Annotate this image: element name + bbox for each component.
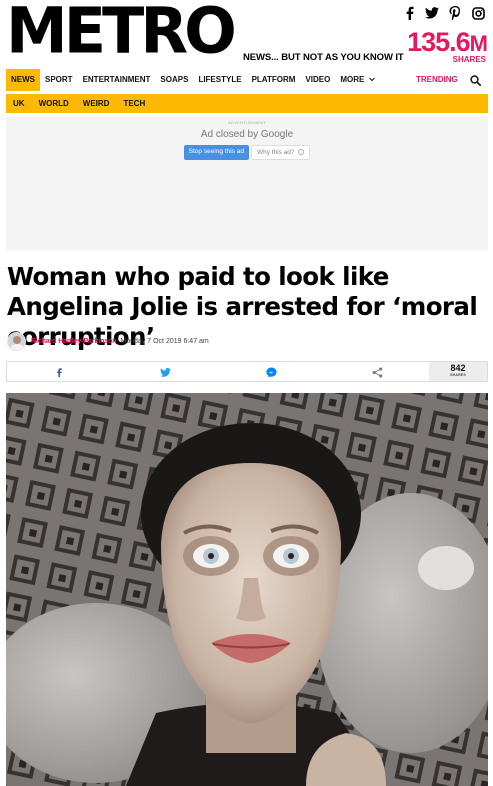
nav-item-lifestyle[interactable]: LIFESTYLE — [193, 69, 246, 91]
nav-item-soaps[interactable]: SOAPS — [155, 69, 193, 91]
ad-feedback-buttons: Stop seeing this ad Why this ad? — [6, 145, 488, 160]
hero-image-illustration — [6, 393, 488, 786]
author-avatar[interactable] — [7, 331, 26, 351]
search-icon[interactable] — [462, 69, 488, 91]
publish-date: Monday 7 Oct 2019 6:47 am — [120, 337, 209, 345]
share-bar: 842 SHARES — [6, 361, 488, 382]
ad-slot: ADVERTISEMENT Ad closed by Google Stop s… — [6, 117, 488, 250]
messenger-icon[interactable] — [264, 365, 278, 379]
share-count-label: SHARES — [450, 373, 466, 377]
byline: Richard Hartley-Parkinson Monday 7 Oct 2… — [7, 331, 209, 351]
facebook-icon[interactable] — [402, 6, 416, 20]
nav-more-label: MORE — [340, 75, 365, 85]
tagline: NEWS... BUT NOT AS YOU KNOW IT — [243, 52, 404, 63]
metro-logo[interactable]: METRO — [6, 0, 237, 63]
facebook-icon[interactable] — [52, 365, 66, 379]
ad-closed-message: Ad closed by Google — [200, 129, 294, 140]
nav-item-more[interactable]: MORE — [335, 69, 379, 91]
chevron-down-icon — [368, 69, 375, 91]
article-hero-image[interactable] — [6, 393, 488, 786]
why-this-ad-label: Why this ad? — [256, 149, 295, 156]
author-link[interactable]: Richard Hartley-Parkinson — [31, 338, 117, 345]
share-count-number: 842 — [450, 363, 466, 373]
twitter-icon[interactable] — [425, 6, 439, 20]
social-links — [402, 6, 485, 20]
nav-item-sport[interactable]: SPORT — [40, 69, 78, 91]
why-this-ad-button[interactable]: Why this ad? — [250, 145, 311, 160]
subnav-item-weird[interactable]: WEIRD — [76, 99, 117, 108]
total-shares-label: SHARES — [452, 55, 486, 64]
nav-item-video[interactable]: VIDEO — [300, 69, 335, 91]
nav-item-entertainment[interactable]: ENTERTAINMENT — [78, 69, 156, 91]
stop-seeing-ad-button[interactable]: Stop seeing this ad — [183, 145, 249, 160]
info-icon — [298, 149, 305, 156]
nav-item-trending[interactable]: TRENDING — [410, 69, 462, 91]
instagram-icon[interactable] — [471, 6, 485, 20]
subnav-item-world[interactable]: WORLD — [32, 99, 76, 108]
nav-item-platform[interactable]: PLATFORM — [247, 69, 301, 91]
sub-nav: UK WORLD WEIRD TECH — [6, 94, 488, 113]
nav-item-news[interactable]: NEWS — [6, 69, 40, 91]
twitter-icon[interactable] — [158, 365, 172, 379]
subnav-item-tech[interactable]: TECH — [116, 99, 152, 108]
ad-label: ADVERTISEMENT — [228, 120, 266, 125]
pinterest-icon[interactable] — [448, 6, 462, 20]
total-shares-count: 135.6M — [407, 27, 488, 57]
subnav-item-uk[interactable]: UK — [6, 99, 32, 108]
article-share-count: 842 SHARES — [429, 362, 487, 381]
share-icon[interactable] — [370, 365, 384, 379]
site-header: METRO NEWS... BUT NOT AS YOU KNOW IT 135… — [0, 0, 493, 68]
